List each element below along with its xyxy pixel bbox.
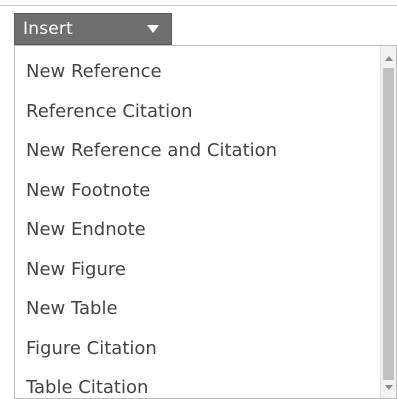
scroll-down-arrow-icon[interactable]: [385, 385, 393, 390]
menu-item-new-reference[interactable]: New Reference: [15, 52, 380, 92]
insert-dropdown-button[interactable]: Insert: [14, 13, 172, 45]
menu-item-new-endnote[interactable]: New Endnote: [15, 210, 380, 250]
menu-item-reference-citation[interactable]: Reference Citation: [15, 92, 380, 132]
scrollbar-thumb[interactable]: [383, 68, 394, 380]
caret-down-icon: [147, 25, 159, 33]
menu-item-new-table[interactable]: New Table: [15, 289, 380, 329]
insert-dropdown-widget: Insert New Reference Reference Citation …: [0, 0, 397, 399]
insert-button-label: Insert: [23, 19, 73, 39]
menu-item-new-figure[interactable]: New Figure: [15, 250, 380, 290]
menu-item-new-reference-and-citation[interactable]: New Reference and Citation: [15, 131, 380, 171]
menu-item-table-citation[interactable]: Table Citation: [15, 368, 380, 398]
menu-list: New Reference Reference Citation New Ref…: [15, 46, 380, 398]
insert-menu: New Reference Reference Citation New Ref…: [14, 45, 397, 399]
menu-item-figure-citation[interactable]: Figure Citation: [15, 329, 380, 369]
top-divider: [0, 5, 397, 6]
menu-scrollbar[interactable]: [380, 46, 396, 398]
scroll-up-arrow-icon[interactable]: [385, 56, 393, 61]
menu-item-new-footnote[interactable]: New Footnote: [15, 171, 380, 211]
